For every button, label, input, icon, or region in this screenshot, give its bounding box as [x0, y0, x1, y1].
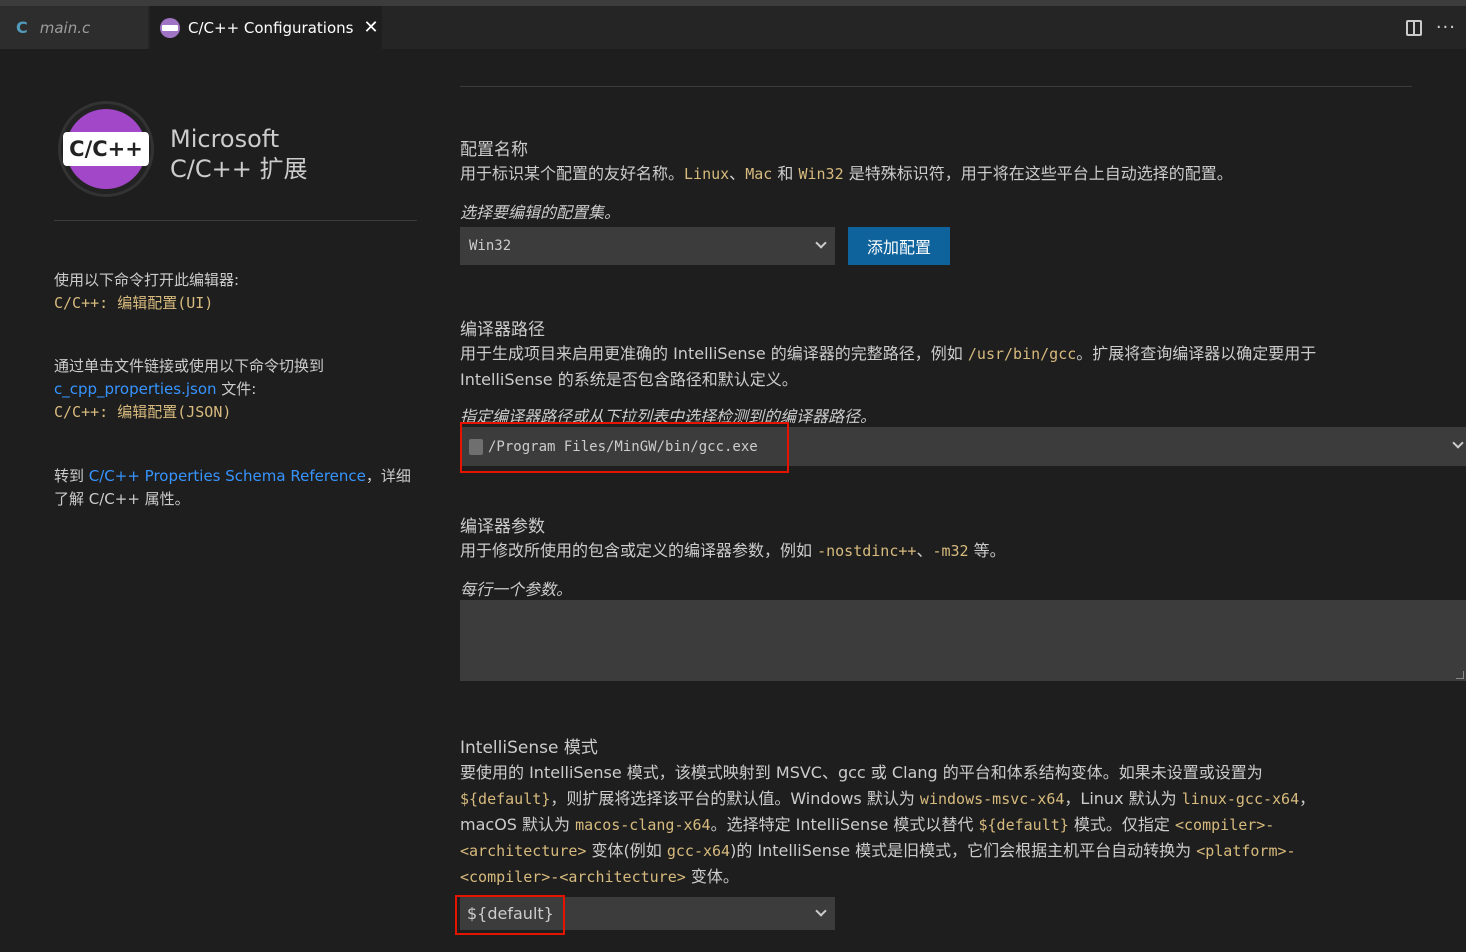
- switch-command: C/C++: 编辑配置(JSON): [54, 403, 232, 421]
- compiler-args-textarea[interactable]: [460, 600, 1466, 681]
- desc-line: 要使用的 IntelliSense 模式，该模式映射到 MSVC、gcc 或 C…: [460, 763, 1263, 782]
- more-actions-icon[interactable]: ···: [1436, 17, 1456, 38]
- config-name-desc: 用于标识某个配置的友好名称。Linux、Mac 和 Win32 是特殊标识符，用…: [460, 161, 1440, 187]
- desc-line: <architecture> 变体(例如 gcc-x64)的 IntelliSe…: [460, 838, 1365, 864]
- switch-file-suffix: 文件:: [216, 380, 257, 398]
- compiler-path-desc: 用于生成项目来启用更准确的 IntelliSense 的编译器的完整路径，例如 …: [460, 341, 1395, 393]
- cpp-logo: C/C++: [58, 101, 154, 197]
- schema-reference-link[interactable]: C/C++ Properties Schema Reference: [89, 467, 366, 485]
- intellisense-mode-desc: 要使用的 IntelliSense 模式，该模式映射到 MSVC、gcc 或 C…: [460, 760, 1365, 890]
- desc-text: 变体(例如: [586, 841, 667, 860]
- code-compiler-architecture: <compiler>-<architecture>: [460, 868, 686, 886]
- open-editor-text: 使用以下命令打开此编辑器:: [54, 271, 240, 289]
- open-editor-command: C/C++: 编辑配置(UI): [54, 294, 214, 312]
- highlight-box-compiler-path: [460, 422, 789, 473]
- desc-text: 。选择特定 IntelliSense 模式以替代: [710, 815, 979, 834]
- editor-actions: ···: [1405, 6, 1456, 49]
- split-editor-icon[interactable]: [1405, 19, 1422, 36]
- cpp-extension-icon: [160, 17, 180, 38]
- compiler-path-heading: 编译器路径: [460, 320, 545, 340]
- code-m32: -m32: [932, 542, 969, 560]
- c-file-icon: C: [16, 18, 28, 37]
- desc-sep: 和: [772, 164, 799, 183]
- code-platform: <platform>-: [1196, 842, 1296, 860]
- extension-brand: Microsoft C/C++ 扩展: [170, 124, 307, 184]
- logo-text: C/C++: [63, 132, 149, 166]
- brand-line-2: C/C++ 扩展: [170, 155, 308, 183]
- chevron-down-icon: [815, 905, 827, 917]
- desc-sep: 、: [729, 164, 746, 183]
- config-name-hint: 选择要编辑的配置集。: [460, 203, 621, 222]
- config-select[interactable]: Win32: [460, 227, 835, 265]
- code-windows-msvc: windows-msvc-x64: [919, 790, 1065, 808]
- desc-text: 用于生成项目来启用更准确的 IntelliSense 的编译器的完整路径，例如: [460, 344, 968, 363]
- config-select-value: Win32: [469, 238, 512, 254]
- chevron-down-icon: [815, 237, 827, 249]
- switch-json-info: 通过单击文件链接或使用以下命令切换到 c_cpp_properties.json…: [54, 355, 414, 424]
- schema-reference-info: 转到 C/C++ Properties Schema Reference，详细了…: [54, 465, 414, 511]
- compiler-args-heading: 编译器参数: [460, 517, 545, 537]
- desc-text: 变体。: [685, 867, 739, 886]
- desc-line: ${default}，则扩展将选择该平台的默认值。Windows 默认为 win…: [460, 786, 1365, 812]
- compiler-args-desc: 用于修改所使用的包含或定义的编译器参数，例如 -nostdinc++、-m32 …: [460, 538, 1440, 564]
- code-default: ${default}: [978, 816, 1069, 834]
- desc-text: macOS 默认为: [460, 815, 576, 834]
- desc-text: ，: [1299, 789, 1316, 808]
- desc-text: 用于标识某个配置的友好名称。: [460, 164, 685, 183]
- code-compiler: <compiler>-: [1175, 816, 1275, 834]
- desc-text: 模式。仅指定: [1068, 815, 1175, 834]
- desc-text: 用于修改所使用的包含或定义的编译器参数，例如: [460, 541, 818, 560]
- close-icon[interactable]: ✕: [363, 17, 378, 38]
- code-nostdinc: -nostdinc++: [817, 542, 917, 560]
- chevron-down-icon[interactable]: [1452, 437, 1464, 449]
- highlight-box-intellisense-mode: [455, 895, 565, 935]
- properties-json-link[interactable]: c_cpp_properties.json: [54, 380, 217, 398]
- desc-line: <compiler>-<architecture> 变体。: [460, 864, 1365, 890]
- config-name-heading: 配置名称: [460, 140, 528, 160]
- code-linux-gcc: linux-gcc-x64: [1181, 790, 1300, 808]
- desc-text: ，则扩展将选择该平台的默认值。Windows 默认为: [550, 789, 920, 808]
- goto-prefix: 转到: [54, 467, 89, 485]
- code-usr-bin-gcc: /usr/bin/gcc: [967, 345, 1077, 363]
- open-editor-info: 使用以下命令打开此编辑器: C/C++: 编辑配置(UI): [54, 269, 414, 315]
- code-macos-clang: macos-clang-x64: [575, 816, 711, 834]
- desc-text: 是特殊标识符，用于将在这些平台上自动选择的配置。: [843, 164, 1233, 183]
- desc-text: 等。: [968, 541, 1006, 560]
- desc-line: macOS 默认为 macos-clang-x64。选择特定 IntelliSe…: [460, 812, 1365, 838]
- desc-sep: 、: [916, 541, 933, 560]
- tab-label: main.c: [39, 18, 91, 37]
- compiler-args-hint: 每行一个参数。: [460, 580, 573, 599]
- brand-line-1: Microsoft: [170, 125, 280, 153]
- tab-cpp-configurations[interactable]: C/C++ Configurations ✕: [150, 6, 382, 49]
- code-win32: Win32: [798, 165, 844, 183]
- code-architecture: <architecture>: [460, 842, 587, 860]
- code-default: ${default}: [460, 790, 551, 808]
- desc-text: )的 IntelliSense 模式是旧模式，它们会根据主机平台自动转换为: [730, 841, 1197, 860]
- tab-label: C/C++ Configurations: [188, 18, 354, 37]
- sidebar-divider: [54, 220, 417, 221]
- add-configuration-button[interactable]: 添加配置: [848, 227, 950, 265]
- code-mac: Mac: [745, 165, 773, 183]
- intellisense-mode-heading: IntelliSense 模式: [460, 738, 598, 758]
- tab-bar: C main.c C/C++ Configurations ✕ ···: [0, 6, 1466, 49]
- code-gcc-x64: gcc-x64: [666, 842, 731, 860]
- switch-text: 通过单击文件链接或使用以下命令切换到: [54, 357, 325, 375]
- resize-grip-icon[interactable]: [1456, 671, 1464, 679]
- desc-text: ，Linux 默认为: [1064, 789, 1182, 808]
- tab-main-c[interactable]: C main.c: [0, 6, 148, 49]
- content-divider: [460, 86, 1412, 87]
- code-linux: Linux: [684, 165, 730, 183]
